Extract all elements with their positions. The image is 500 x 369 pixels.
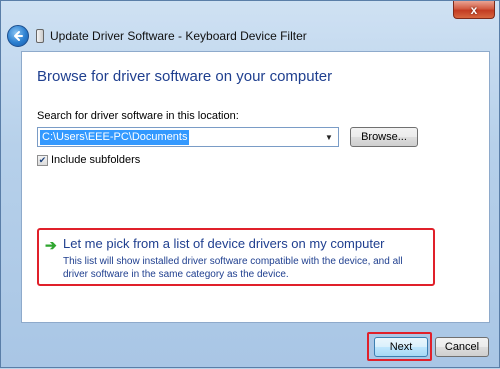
device-icon bbox=[36, 29, 44, 43]
close-icon: x bbox=[470, 2, 478, 17]
chevron-down-icon[interactable]: ▼ bbox=[322, 129, 336, 145]
page-heading: Browse for driver software on your compu… bbox=[37, 68, 333, 85]
title-bar: Update Driver Software - Keyboard Device… bbox=[1, 21, 499, 51]
include-subfolders-option[interactable]: ✔ Include subfolders bbox=[37, 154, 140, 166]
include-subfolders-label: Include subfolders bbox=[51, 154, 141, 166]
close-button[interactable]: x bbox=[453, 1, 495, 19]
pick-option-title[interactable]: Let me pick from a list of device driver… bbox=[63, 236, 385, 251]
pick-from-list-option[interactable]: ➔ Let me pick from a list of device driv… bbox=[37, 228, 435, 286]
path-input-value[interactable]: C:\Users\EEE-PC\Documents bbox=[40, 129, 190, 145]
green-arrow-icon: ➔ bbox=[45, 237, 57, 253]
back-arrow-icon bbox=[14, 31, 23, 41]
content-panel: Browse for driver software on your compu… bbox=[21, 51, 490, 323]
pick-option-description: This list will show installed driver sof… bbox=[63, 256, 403, 280]
cancel-button[interactable]: Cancel bbox=[435, 337, 489, 357]
search-location-label: Search for driver software in this locat… bbox=[37, 110, 239, 122]
include-subfolders-checkbox[interactable]: ✔ bbox=[37, 154, 48, 166]
window-title: Update Driver Software - Keyboard Device… bbox=[50, 29, 307, 43]
path-combobox[interactable]: C:\Users\EEE-PC\Documents ▼ bbox=[37, 127, 339, 147]
back-button[interactable] bbox=[7, 25, 29, 47]
next-button[interactable]: Next bbox=[374, 337, 428, 357]
browse-button[interactable]: Browse... bbox=[350, 127, 418, 147]
checkmark-icon: ✔ bbox=[38, 154, 47, 165]
dialog-window: x Update Driver Software - Keyboard Devi… bbox=[0, 0, 500, 368]
